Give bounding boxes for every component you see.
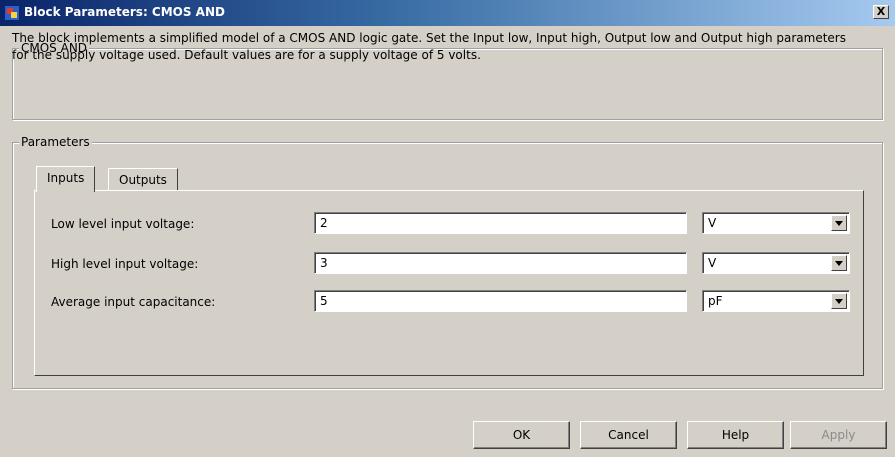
ok-button[interactable]: OK [473,421,570,449]
high-level-input-voltage-label: High level input voltage: [51,257,199,271]
average-input-capacitance-field[interactable]: 5 [314,290,687,312]
high-level-input-voltage-field[interactable]: 3 [314,252,687,274]
chevron-down-icon[interactable] [831,215,847,231]
low-level-input-voltage-label: Low level input voltage: [51,217,195,231]
tab-inputs[interactable]: Inputs [36,166,96,192]
close-button[interactable]: X [873,5,889,19]
tab-outputs[interactable]: Outputs [108,168,178,190]
apply-button[interactable]: Apply [790,421,887,449]
low-level-input-voltage-unit-select[interactable]: V [702,212,850,234]
low-level-input-voltage-field[interactable]: 2 [314,212,687,234]
block-description: The block implements a simplified model … [12,31,846,62]
unit-value: V [708,216,717,230]
unit-value: V [708,256,717,270]
cancel-button[interactable]: Cancel [580,421,677,449]
help-button[interactable]: Help [687,421,784,449]
parameters-group-title: Parameters [19,135,92,149]
title-bar[interactable]: Block Parameters: CMOS AND X [0,0,895,26]
block-parameters-dialog: Block Parameters: CMOS AND X CMOS AND Th… [0,0,895,457]
high-level-input-voltage-unit-select[interactable]: V [702,252,850,274]
average-input-capacitance-label: Average input capacitance: [51,295,216,309]
average-input-capacitance-unit-select[interactable]: pF [702,290,850,312]
unit-value: pF [708,294,723,308]
window-title: Block Parameters: CMOS AND [24,5,225,19]
chevron-down-icon[interactable] [831,293,847,309]
simulink-block-icon [4,5,20,21]
chevron-down-icon[interactable] [831,255,847,271]
